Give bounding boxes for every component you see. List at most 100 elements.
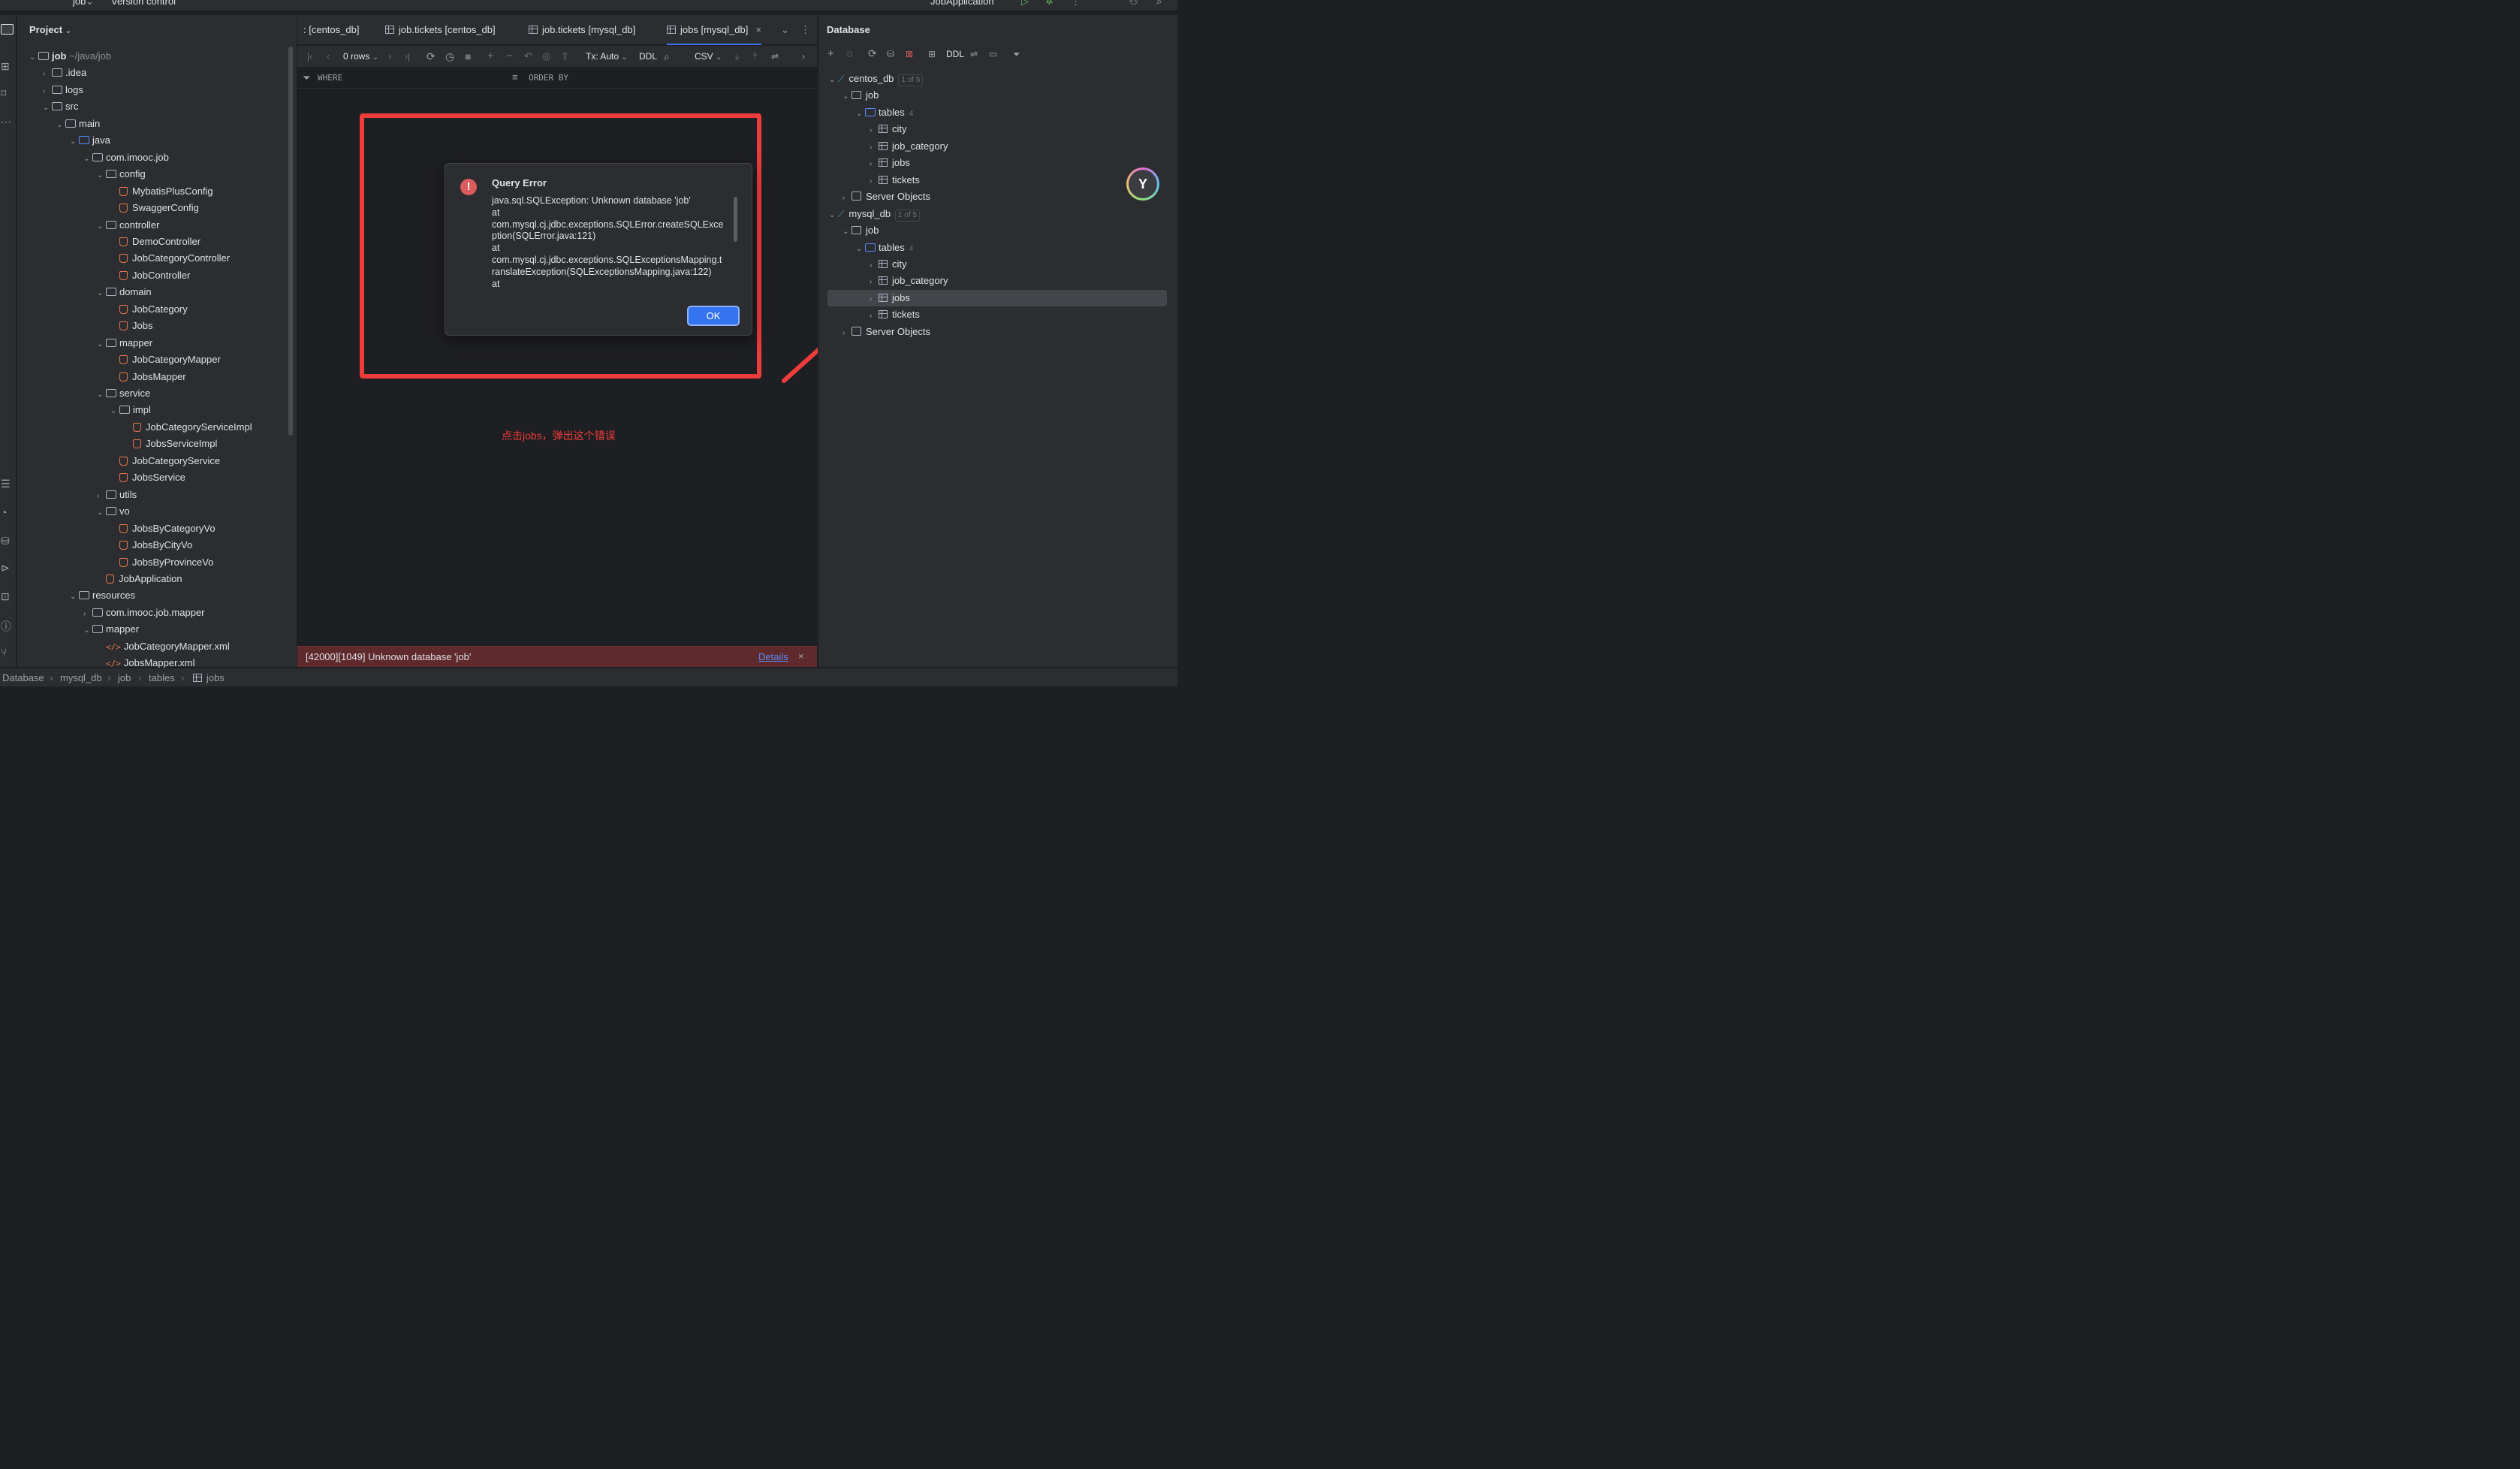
tree-item-controller[interactable]: ⌄ controller [97,217,159,234]
run-icon[interactable]: ▷ [1021,0,1029,8]
chevron-right-icon[interactable]: › [843,190,852,207]
tree-item-utils[interactable]: › utils [97,487,137,503]
db-tree-item-jobs[interactable]: › jobs [827,289,1167,306]
chevron-right-icon[interactable]: › [870,122,879,139]
chevron-right-icon[interactable]: › [870,173,879,190]
chevron-down-icon[interactable]: ⌄ [70,589,79,605]
tree-item-jobcontroller[interactable]: JobController [110,267,190,284]
db-tree-item-job[interactable]: ⌄ job [843,222,879,239]
tree-item-job[interactable]: ⌄ job ~/java/job [29,48,111,65]
last-page-icon[interactable]: ›| [405,46,410,67]
terminal-icon[interactable]: ⊡ [1,590,14,604]
tree-item-jobsbycityvo[interactable]: JobsByCityVo [110,537,192,554]
chevron-down-icon[interactable]: ⌄ [70,134,79,150]
chevron-down-icon[interactable]: ⌄ [97,167,106,184]
chevron-right-icon[interactable]: › [870,140,879,156]
search-icon[interactable]: ⌕ [1156,0,1162,8]
chevron-right-icon[interactable]: › [43,66,52,83]
tree-item-jobsbyprovincevo[interactable]: JobsByProvinceVo [110,554,213,571]
chevron-down-icon[interactable]: ⌄ [110,403,119,420]
db-tree-item-job-category[interactable]: › job_category [870,273,948,289]
tree-item-jobcategoryserviceimpl[interactable]: JobCategoryServiceImpl [124,419,252,436]
ok-button[interactable]: OK [687,306,740,326]
ddl-button[interactable]: DDL [946,49,964,59]
chevron-down-icon[interactable]: ⌄ [56,117,65,134]
tree-item-logs[interactable]: › logs [43,82,83,98]
chevron-down-icon[interactable]: ⌄ [843,89,852,105]
tree-item-jobsservice[interactable]: JobsService [110,469,185,486]
db-tree-item-job-category[interactable]: › job_category [870,138,948,155]
prev-page-icon[interactable]: ‹ [327,46,330,67]
tree-item-jobcategory[interactable]: JobCategory [110,301,188,318]
db-tree-item-centos-db[interactable]: ⌄ ⟋ centos_db 1 of 5 [829,71,924,87]
chevron-right-icon[interactable]: › [870,274,879,291]
breadcrumb-item[interactable]: job [118,672,131,683]
rows-selector[interactable]: 0 rows ⌄ [343,46,378,67]
compare-icon[interactable]: ⇌ [970,49,978,59]
refresh-icon[interactable]: ⟳ [868,47,877,60]
tree-item-jobs[interactable]: Jobs [110,318,152,334]
tree-item-mapper[interactable]: ⌄ mapper [97,335,152,351]
download-icon[interactable]: ⤓ [735,46,739,67]
chevron-down-icon[interactable]: ⌄ [97,285,106,302]
debug-icon[interactable]: ✲ [1045,0,1054,8]
tab-more-icon[interactable]: ⋮ [800,15,810,45]
details-link[interactable]: Details [758,651,788,662]
upload-icon[interactable]: ⤒ [753,46,757,67]
tab-list-chevron-icon[interactable]: ⌄ [781,15,789,45]
tree-item-service[interactable]: ⌄ service [97,385,150,402]
add-icon[interactable]: + [827,47,834,60]
order-by-input[interactable]: ORDER BY [529,73,568,83]
tree-item-jobcategoryservice[interactable]: JobCategoryService [110,453,220,469]
breadcrumb-item[interactable]: tables [149,672,175,683]
tx-mode-selector[interactable]: Tx: Auto ⌄ [586,46,628,67]
history-icon[interactable]: ◷ [445,46,454,67]
problems-icon[interactable]: ⓘ [1,619,14,632]
db-tree-item-tickets[interactable]: › tickets [870,306,920,323]
tree-item-java[interactable]: ⌄ java [70,132,110,149]
project-folder-icon[interactable] [1,24,14,35]
db-tree-item-job[interactable]: ⌄ job [843,87,879,104]
close-tab-icon[interactable]: × [755,24,761,35]
vcs-menu[interactable]: Version control [111,0,176,7]
db-tree-item-city[interactable]: › city [870,121,907,137]
tree-item-src[interactable]: ⌄ src [43,98,78,115]
tree-item-democontroller[interactable]: DemoController [110,234,200,250]
tree-item-swaggerconfig[interactable]: SwaggerConfig [110,200,199,216]
export-format-selector[interactable]: CSV ⌄ [695,46,722,67]
chevron-down-icon[interactable]: ⌄ [97,219,106,235]
todo-list-icon[interactable]: ☰ [1,478,14,491]
chevron-down-icon[interactable]: ⌄ [83,623,92,639]
db-tree-item-tables[interactable]: ⌄ tables 4 [856,240,913,256]
more-icon[interactable]: ⋮ [1071,0,1081,8]
tree-item-jobcategorymapper-xml[interactable]: </> JobCategoryMapper.xml [97,638,230,655]
tab-job-tickets-mysql[interactable]: job.tickets [mysql_db] [529,15,635,45]
chevron-down-icon[interactable]: ⌄ [856,241,865,258]
tree-item-jobsbycategoryvo[interactable]: JobsByCategoryVo [110,520,216,537]
chevron-down-icon[interactable]: ⌄ [843,224,852,240]
git-icon[interactable]: ⑂ [1,646,14,659]
breadcrumb-item-current[interactable]: jobs [193,672,225,683]
tree-item-impl[interactable]: ⌄ impl [110,402,151,418]
tree-item-config[interactable]: ⌄ config [97,166,146,182]
tree-item--idea[interactable]: › .idea [43,65,86,81]
tab-centos-db[interactable]: : [centos_db] [303,15,359,45]
bookmark-icon[interactable]: ⌑ [1,87,14,101]
breadcrumb-item[interactable]: Database [2,672,44,683]
chevron-right-icon[interactable]: › [802,46,805,67]
breadcrumb-item[interactable]: mysql_db [60,672,102,683]
db-tree-item-city[interactable]: › city [870,256,907,273]
tree-item-vo[interactable]: ⌄ vo [97,503,130,520]
tab-jobs-mysql[interactable]: jobs [mysql_db] × [667,15,761,45]
chevron-down-icon[interactable]: ⌄ [856,106,865,122]
table-editor-icon[interactable]: ⊞ [928,49,936,59]
chevron-down-icon[interactable]: ⌄ [97,505,106,521]
structure-icon[interactable]: ⊞ [1,60,14,74]
db-tree-item-server-objects[interactable]: › Server Objects [843,189,930,205]
tree-item-mapper[interactable]: ⌄ mapper [83,621,139,638]
ddl-button[interactable]: DDL [639,46,657,67]
chevron-right-icon[interactable]: › [870,308,879,324]
disconnect-icon[interactable]: ⊠ [906,49,913,59]
next-page-icon[interactable]: › [388,46,391,67]
preview-icon[interactable]: ◎ [542,46,550,67]
